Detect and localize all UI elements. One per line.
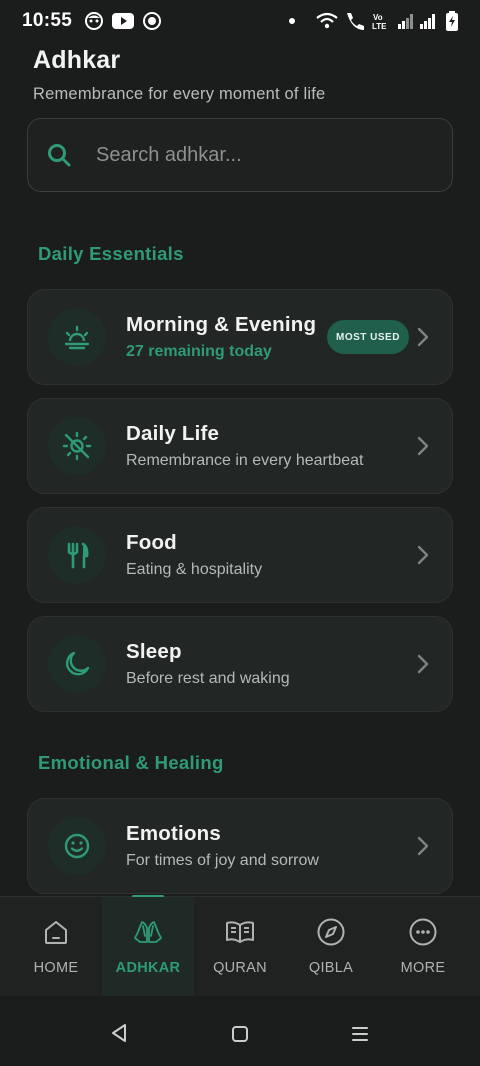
recents-icon[interactable] — [351, 1026, 369, 1042]
home-square-icon[interactable] — [231, 1025, 249, 1043]
svg-text:Vo: Vo — [373, 13, 383, 22]
svg-text:LTE: LTE — [372, 22, 387, 31]
chevron-right-icon — [417, 545, 429, 565]
nav-label: ADHKAR — [115, 960, 181, 976]
home-icon — [45, 921, 67, 944]
wifi-icon — [316, 12, 338, 29]
card-subtitle: Before rest and waking — [126, 670, 290, 687]
card-icon-wrap — [48, 417, 106, 475]
battery-icon — [446, 11, 458, 31]
signal-icon — [420, 14, 435, 29]
card-subtitle: 27 remaining today — [126, 343, 272, 360]
praying-hands-icon — [134, 921, 162, 943]
page-subtitle: Remembrance for every moment of life — [33, 85, 326, 103]
card-subtitle: Remembrance in every heartbeat — [126, 452, 364, 469]
search-box[interactable] — [27, 118, 453, 192]
chevron-right-icon — [417, 654, 429, 674]
nav-home[interactable]: HOME — [10, 897, 102, 997]
call-icon — [347, 13, 364, 30]
record-icon — [143, 12, 162, 30]
compass-icon — [317, 918, 345, 946]
nav-label: QURAN — [213, 960, 267, 976]
utensils-icon — [67, 542, 89, 569]
more-icon — [409, 918, 437, 946]
dot-icon — [289, 18, 295, 24]
nav-label: HOME — [33, 960, 79, 976]
back-icon[interactable] — [110, 1023, 128, 1043]
chevron-right-icon — [417, 327, 429, 347]
sunrise-icon — [64, 325, 90, 350]
card-title: Daily Life — [126, 422, 220, 445]
nav-qibla[interactable]: QIBLA — [285, 897, 377, 997]
nav-adhkar[interactable]: ADHKAR — [102, 897, 194, 997]
card-icon-wrap — [48, 526, 106, 584]
nav-label: MORE — [400, 960, 446, 976]
card-title: Morning & Evening — [126, 313, 317, 336]
book-icon — [226, 921, 254, 943]
face-icon — [85, 12, 104, 30]
card-sleep[interactable]: Sleep Before rest and waking — [27, 616, 453, 712]
card-title: Sleep — [126, 640, 182, 663]
card-emotions[interactable]: Emotions For times of joy and sorrow — [27, 798, 453, 894]
card-subtitle: For times of joy and sorrow — [126, 852, 319, 869]
card-icon-wrap — [48, 308, 106, 366]
card-icon-wrap — [48, 635, 106, 693]
chevron-right-icon — [417, 436, 429, 456]
search-icon — [48, 144, 71, 167]
sun-off-icon — [62, 431, 92, 461]
chevron-right-icon — [417, 836, 429, 856]
most-used-badge: MOST USED — [327, 320, 409, 354]
smile-icon — [64, 833, 90, 859]
moon-icon — [65, 651, 90, 676]
card-morning-evening[interactable]: Morning & Evening 27 remaining today MOS… — [27, 289, 453, 385]
status-time: 10:55 — [22, 10, 73, 31]
card-icon-wrap — [48, 817, 106, 875]
card-food[interactable]: Food Eating & hospitality — [27, 507, 453, 603]
nav-label: QIBLA — [308, 960, 354, 976]
section-title-emotional-healing: Emotional & Healing — [38, 752, 224, 773]
page-header: Adhkar Remembrance for every moment of l… — [33, 46, 325, 104]
system-nav-bar — [0, 996, 480, 1066]
bottom-nav: HOME ADHKAR QURAN QIBLA MORE — [0, 895, 480, 997]
volte-icon: Vo LTE — [372, 13, 387, 31]
youtube-icon — [112, 13, 135, 29]
nav-more[interactable]: MORE — [377, 897, 469, 997]
card-subtitle: Eating & hospitality — [126, 561, 263, 578]
section-title-daily-essentials: Daily Essentials — [38, 243, 184, 264]
nav-quran[interactable]: QURAN — [194, 897, 286, 997]
card-title: Food — [126, 531, 177, 554]
status-bar: 10:55 Vo LTE — [0, 0, 480, 42]
page-title: Adhkar — [33, 46, 121, 74]
card-title: Emotions — [126, 822, 221, 845]
card-daily-life[interactable]: Daily Life Remembrance in every heartbea… — [27, 398, 453, 494]
search-input[interactable] — [96, 143, 416, 167]
signal-icon — [398, 14, 413, 29]
